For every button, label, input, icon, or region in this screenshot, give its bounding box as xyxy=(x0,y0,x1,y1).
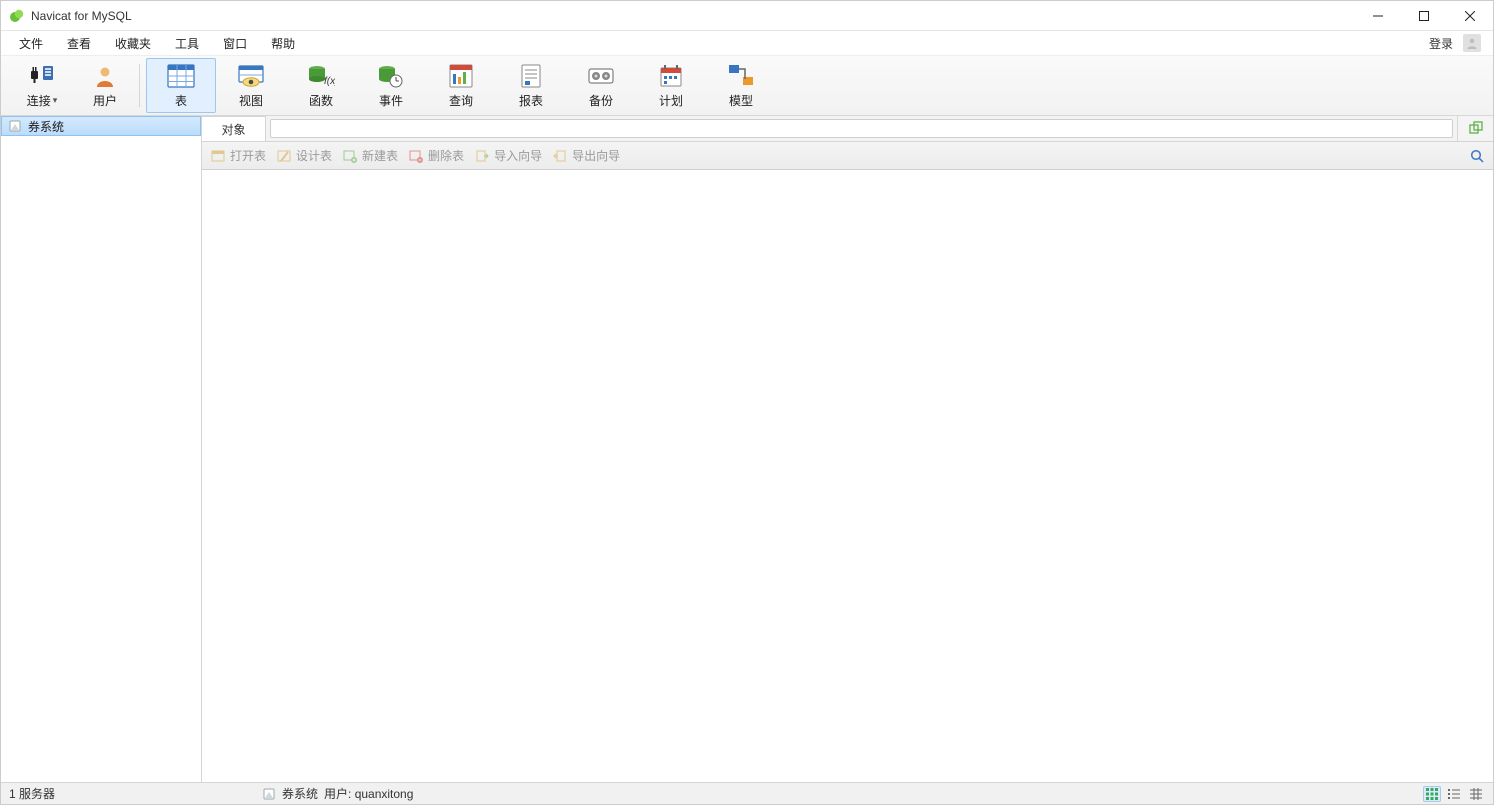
delete-table-button[interactable]: 删除表 xyxy=(408,147,464,164)
window-controls xyxy=(1355,1,1493,31)
connection-icon xyxy=(8,119,22,133)
export-icon xyxy=(552,148,568,164)
menu-help[interactable]: 帮助 xyxy=(259,32,307,55)
toolbar-function-button[interactable]: f(x) 函数 xyxy=(286,58,356,113)
avatar-icon[interactable] xyxy=(1463,34,1481,52)
connection-tree[interactable]: 券系统 xyxy=(1,116,202,782)
tab-strip: 对象 xyxy=(202,116,1493,142)
view-list-button[interactable] xyxy=(1445,786,1463,802)
toolbar-model-label: 模型 xyxy=(729,92,753,109)
connection-name: 券系统 xyxy=(28,118,64,135)
status-bar: 1 服务器 券系统 用户: quanxitong xyxy=(1,782,1493,804)
object-toolbar: 打开表 设计表 新建表 删除表 xyxy=(202,142,1493,170)
status-connection-icon xyxy=(262,787,276,801)
function-icon: f(x) xyxy=(306,62,336,90)
toolbar-user-button[interactable]: 用户 xyxy=(77,58,133,113)
status-user-label: 用户: xyxy=(324,787,355,801)
toolbar-connect-label: 连接 xyxy=(27,92,51,109)
toolbar-user-label: 用户 xyxy=(93,92,117,109)
toolbar-query-label: 查询 xyxy=(449,92,473,109)
search-icon xyxy=(1469,148,1485,164)
toolbar-connect-button[interactable]: 连接 ▾ xyxy=(7,58,77,113)
status-user-value: quanxitong xyxy=(355,787,414,801)
toolbar-report-label: 报表 xyxy=(519,92,543,109)
view-icon xyxy=(236,62,266,90)
plug-server-icon xyxy=(27,62,57,90)
toolbar-event-label: 事件 xyxy=(379,92,403,109)
export-wizard-button[interactable]: 导出向导 xyxy=(552,147,620,164)
design-table-icon xyxy=(276,148,292,164)
view-detail-button[interactable] xyxy=(1467,786,1485,802)
app-icon xyxy=(9,8,25,24)
toolbar-model-button[interactable]: 模型 xyxy=(706,58,776,113)
delete-table-icon xyxy=(408,148,424,164)
object-list-area[interactable] xyxy=(202,170,1493,782)
backup-icon xyxy=(586,62,616,90)
chevron-down-icon: ▾ xyxy=(53,95,58,106)
schedule-icon xyxy=(656,62,686,90)
close-button[interactable] xyxy=(1447,1,1493,31)
open-table-button[interactable]: 打开表 xyxy=(210,147,266,164)
event-icon xyxy=(376,62,406,90)
menu-file[interactable]: 文件 xyxy=(7,32,55,55)
table-icon xyxy=(166,62,196,90)
new-table-icon xyxy=(342,148,358,164)
toolbar-query-button[interactable]: 查询 xyxy=(426,58,496,113)
new-table-button[interactable]: 新建表 xyxy=(342,147,398,164)
svg-text:f(x): f(x) xyxy=(324,76,335,87)
user-icon xyxy=(90,62,120,90)
import-wizard-button[interactable]: 导入向导 xyxy=(474,147,542,164)
model-icon xyxy=(726,62,756,90)
design-table-button[interactable]: 设计表 xyxy=(276,147,332,164)
status-connection-name: 券系统 xyxy=(282,785,318,802)
export-wizard-label: 导出向导 xyxy=(572,147,620,164)
import-icon xyxy=(474,148,490,164)
toolbar-schedule-label: 计划 xyxy=(659,92,683,109)
menu-window[interactable]: 窗口 xyxy=(211,32,259,55)
view-grid-button[interactable] xyxy=(1423,786,1441,802)
query-icon xyxy=(446,62,476,90)
grid-icon xyxy=(1426,788,1438,800)
open-table-icon xyxy=(210,148,226,164)
report-icon xyxy=(516,62,546,90)
tab-objects[interactable]: 对象 xyxy=(202,116,266,141)
detail-icon xyxy=(1470,788,1482,800)
right-pane: 对象 打开表 设计表 xyxy=(202,116,1493,782)
open-table-label: 打开表 xyxy=(230,147,266,164)
minimize-button[interactable] xyxy=(1355,1,1401,31)
menu-favorites[interactable]: 收藏夹 xyxy=(103,32,163,55)
toolbar-backup-label: 备份 xyxy=(589,92,613,109)
delete-table-label: 删除表 xyxy=(428,147,464,164)
connection-item[interactable]: 券系统 xyxy=(1,116,201,136)
app-title: Navicat for MySQL xyxy=(31,9,1355,23)
toolbar-view-button[interactable]: 视图 xyxy=(216,58,286,113)
toolbar-table-label: 表 xyxy=(175,92,187,109)
path-bar[interactable] xyxy=(270,119,1453,138)
menu-bar: 文件 查看 收藏夹 工具 窗口 帮助 登录 xyxy=(1,31,1493,56)
view-mode-switch xyxy=(1423,786,1485,802)
menu-tools[interactable]: 工具 xyxy=(163,32,211,55)
toolbar-view-label: 视图 xyxy=(239,92,263,109)
duplicate-icon xyxy=(1468,121,1484,137)
toolbar-schedule-button[interactable]: 计划 xyxy=(636,58,706,113)
toolbar-event-button[interactable]: 事件 xyxy=(356,58,426,113)
toolbar-function-label: 函数 xyxy=(309,92,333,109)
main-toolbar: 连接 ▾ 用户 表 xyxy=(1,56,1493,116)
toolbar-report-button[interactable]: 报表 xyxy=(496,58,566,113)
login-button[interactable]: 登录 xyxy=(1423,35,1459,52)
status-server-count: 1 服务器 xyxy=(9,785,256,802)
main-split: 券系统 对象 打开表 xyxy=(1,116,1493,782)
list-icon xyxy=(1448,788,1460,800)
toolbar-table-button[interactable]: 表 xyxy=(146,58,216,113)
design-table-label: 设计表 xyxy=(296,147,332,164)
title-bar: Navicat for MySQL xyxy=(1,1,1493,31)
menu-view[interactable]: 查看 xyxy=(55,32,103,55)
import-wizard-label: 导入向导 xyxy=(494,147,542,164)
new-table-label: 新建表 xyxy=(362,147,398,164)
search-button[interactable] xyxy=(1469,148,1485,164)
toolbar-backup-button[interactable]: 备份 xyxy=(566,58,636,113)
maximize-button[interactable] xyxy=(1401,1,1447,31)
tab-extras-button[interactable] xyxy=(1457,116,1493,141)
